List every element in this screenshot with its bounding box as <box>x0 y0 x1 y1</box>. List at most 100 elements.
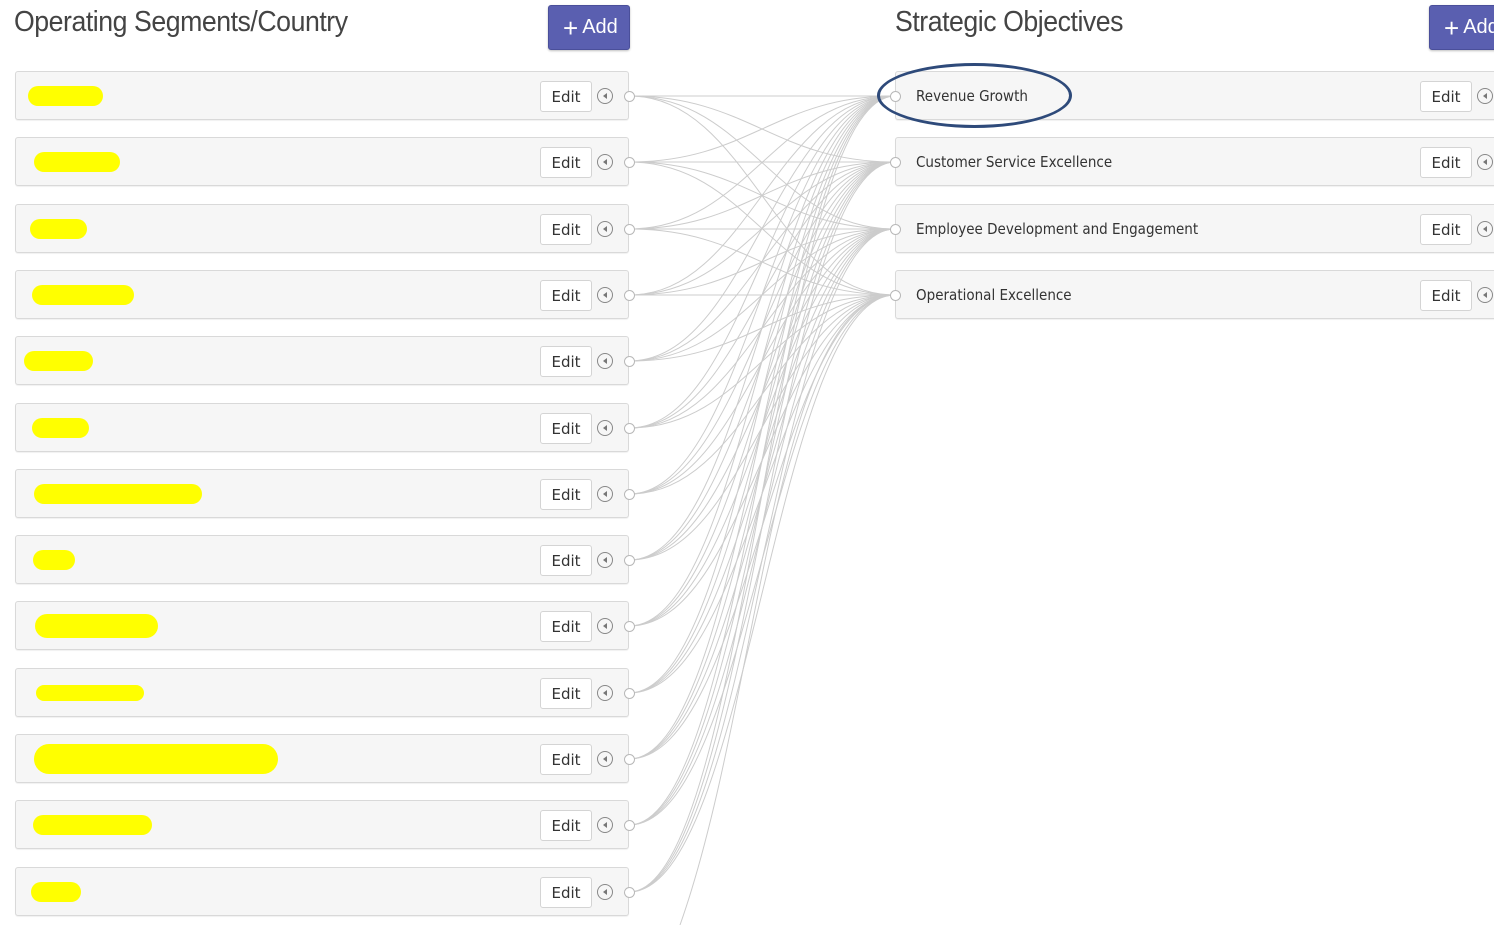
connector-line <box>628 95 896 826</box>
redaction-mark <box>28 85 103 106</box>
segment-edit-button[interactable]: Edit <box>540 877 592 908</box>
collapse-icon[interactable] <box>597 884 613 900</box>
connector-port[interactable] <box>624 423 635 434</box>
connector-port[interactable] <box>624 157 635 168</box>
segment-row: Edit <box>15 137 635 186</box>
segment-edit-button[interactable]: Edit <box>540 678 592 709</box>
connector-line <box>628 161 896 694</box>
segment-edit-button[interactable]: Edit <box>540 413 592 444</box>
connector-port[interactable] <box>624 820 635 831</box>
add-objective-label: Add <box>1463 16 1494 38</box>
redaction-mark <box>32 417 89 438</box>
collapse-icon[interactable] <box>597 685 613 701</box>
collapse-icon[interactable] <box>597 751 613 767</box>
objective-label: Employee Development and Engagement <box>916 220 1199 238</box>
segment-row: Edit <box>15 800 635 849</box>
segment-row: Edit <box>15 601 635 650</box>
collapse-icon[interactable] <box>597 420 613 436</box>
add-segment-label: Add <box>582 16 618 38</box>
left-column-title: Operating Segments/Country <box>14 6 348 38</box>
collapse-icon[interactable] <box>597 88 613 104</box>
connector-port[interactable] <box>624 91 635 102</box>
connector-port[interactable] <box>624 356 635 367</box>
connector-line <box>628 228 896 296</box>
collapse-icon[interactable] <box>1477 221 1493 237</box>
collapse-icon[interactable] <box>597 221 613 237</box>
connector-line <box>628 294 896 495</box>
connector-port[interactable] <box>890 224 901 235</box>
objective-edit-button[interactable]: Edit <box>1420 214 1472 245</box>
segment-row: Edit <box>15 535 635 584</box>
objective-edit-button[interactable]: Edit <box>1420 81 1472 112</box>
segment-row: Edit <box>15 469 635 518</box>
segment-row: Edit <box>15 336 635 385</box>
collapse-icon[interactable] <box>1477 88 1493 104</box>
collapse-icon[interactable] <box>597 287 613 303</box>
connector-line <box>628 228 896 561</box>
connector-line <box>628 228 896 893</box>
collapse-icon[interactable] <box>597 353 613 369</box>
connector-port[interactable] <box>890 157 901 168</box>
connector-line <box>628 294 896 561</box>
connector-port[interactable] <box>890 290 901 301</box>
connector-line <box>628 294 896 694</box>
redaction-mark <box>34 151 120 172</box>
segment-edit-button[interactable]: Edit <box>540 280 592 311</box>
segment-edit-button[interactable]: Edit <box>540 810 592 841</box>
connector-port[interactable] <box>624 621 635 632</box>
segment-edit-button[interactable]: Edit <box>540 147 592 178</box>
segment-row: Edit <box>15 867 635 916</box>
segment-edit-button[interactable]: Edit <box>540 744 592 775</box>
connector-port[interactable] <box>624 555 635 566</box>
connector-line <box>628 228 896 296</box>
connector-port[interactable] <box>624 489 635 500</box>
add-objective-button[interactable]: + Add <box>1429 5 1494 50</box>
connector-line <box>628 228 896 760</box>
connector-port[interactable] <box>624 754 635 765</box>
connector-line <box>628 95 896 627</box>
redaction-mark <box>30 218 87 239</box>
collapse-icon[interactable] <box>597 154 613 170</box>
objective-edit-button[interactable]: Edit <box>1420 280 1472 311</box>
redaction-mark <box>36 684 144 701</box>
collapse-icon[interactable] <box>597 486 613 502</box>
segment-edit-button[interactable]: Edit <box>540 545 592 576</box>
connector-line <box>628 95 896 429</box>
connector-line <box>628 228 896 429</box>
collapse-icon[interactable] <box>597 618 613 634</box>
redaction-mark <box>24 350 93 371</box>
collapse-icon[interactable] <box>1477 154 1493 170</box>
connector-line <box>628 228 896 694</box>
connector-port[interactable] <box>624 290 635 301</box>
connector-line <box>628 95 896 230</box>
add-segment-button[interactable]: + Add <box>548 5 630 50</box>
connector-line <box>628 228 896 362</box>
segment-edit-button[interactable]: Edit <box>540 214 592 245</box>
connector-line <box>628 95 896 230</box>
collapse-icon[interactable] <box>597 552 613 568</box>
connector-line <box>628 294 896 893</box>
connector-line <box>628 161 896 561</box>
connector-port[interactable] <box>624 887 635 898</box>
annotation-ellipse <box>877 63 1072 128</box>
connector-line <box>628 294 896 760</box>
connector-line <box>628 294 896 627</box>
connector-line <box>628 228 896 826</box>
collapse-icon[interactable] <box>1477 287 1493 303</box>
connector-port[interactable] <box>624 224 635 235</box>
objective-row: Operational Excellence Edit <box>890 270 1494 319</box>
connector-line <box>628 161 896 296</box>
objective-edit-button[interactable]: Edit <box>1420 147 1472 178</box>
segment-edit-button[interactable]: Edit <box>540 81 592 112</box>
plus-icon: + <box>563 12 579 43</box>
segment-edit-button[interactable]: Edit <box>540 346 592 377</box>
redaction-mark <box>31 881 81 902</box>
segment-row: Edit <box>15 668 635 717</box>
collapse-icon[interactable] <box>597 817 613 833</box>
connector-line <box>628 161 896 627</box>
connector-line <box>628 95 896 760</box>
connector-port[interactable] <box>624 688 635 699</box>
segment-edit-button[interactable]: Edit <box>540 611 592 642</box>
segment-edit-button[interactable]: Edit <box>540 479 592 510</box>
connector-line <box>628 95 896 163</box>
